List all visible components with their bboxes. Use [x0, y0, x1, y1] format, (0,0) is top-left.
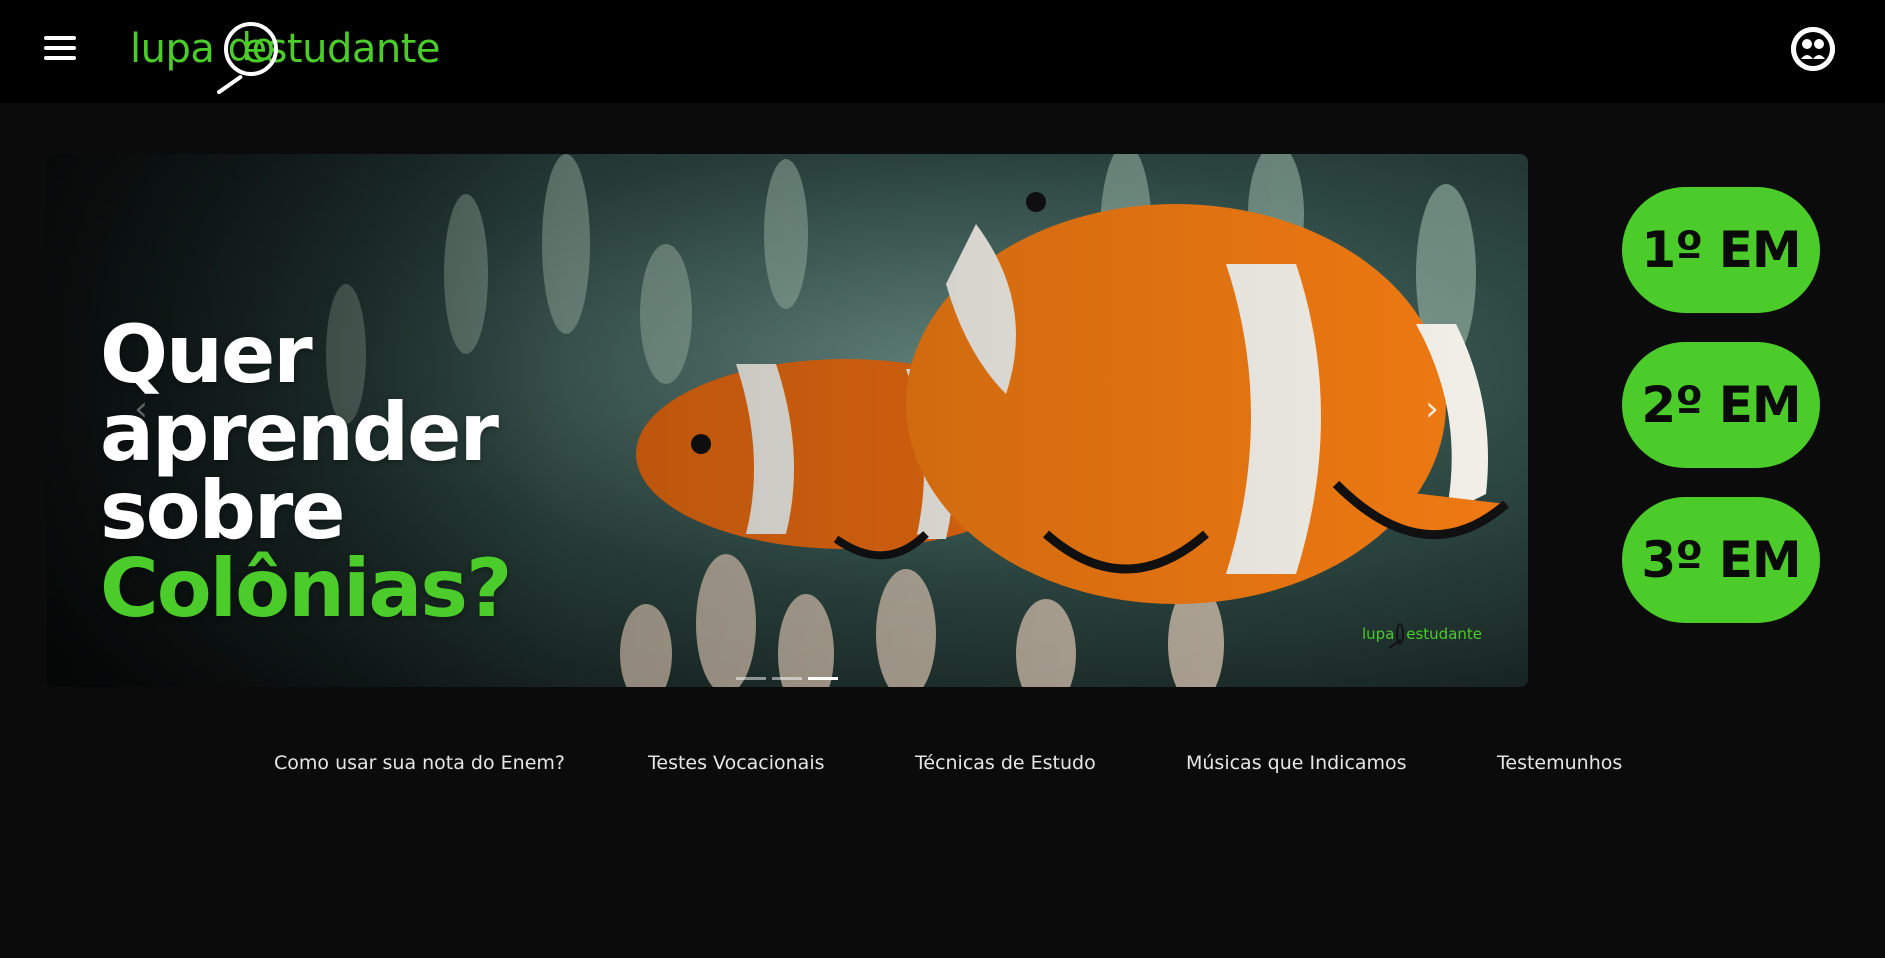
footer-links: Como usar sua nota do Enem? Testes Vocac… — [0, 752, 1885, 782]
logo-text-do: do — [227, 25, 276, 69]
link-testemunhos[interactable]: Testemunhos — [1497, 752, 1622, 774]
top-header: lupa do estudante — [0, 0, 1885, 103]
hamburger-menu-icon[interactable] — [44, 36, 76, 60]
carousel-indicator-2[interactable] — [772, 677, 802, 680]
site-logo[interactable]: lupa do estudante — [130, 12, 440, 95]
headline-line-3: sobre — [100, 464, 346, 557]
headline-line-2: aprender — [100, 386, 499, 479]
carousel-next-icon[interactable]: › — [1412, 384, 1452, 434]
link-testes-vocacionais[interactable]: Testes Vocacionais — [648, 752, 825, 774]
watermark-text-estudante: estudante — [1406, 625, 1482, 643]
grade-button-3em[interactable]: 3º EM — [1622, 497, 1820, 623]
link-musicas[interactable]: Músicas que Indicamos — [1186, 752, 1407, 774]
hero-carousel[interactable]: Quer aprender sobre Colônias? ‹ › lupa e… — [46, 154, 1528, 687]
logo-text-lupa: lupa — [130, 26, 215, 72]
headline-line-1: Quer — [100, 308, 313, 401]
magnifier-icon: do — [216, 18, 279, 95]
carousel-headline: Quer aprender sobre Colônias? — [100, 308, 512, 635]
slide-watermark-logo: lupa estudante — [1362, 619, 1482, 649]
link-nota-enem[interactable]: Como usar sua nota do Enem? — [274, 752, 565, 774]
headline-line-4: Colônias? — [100, 542, 512, 635]
grade-button-1em[interactable]: 1º EM — [1622, 187, 1820, 313]
carousel-indicators — [736, 677, 838, 680]
user-avatar-icon[interactable] — [1791, 27, 1835, 71]
carousel-indicator-3[interactable] — [808, 677, 838, 680]
grade-button-2em[interactable]: 2º EM — [1622, 342, 1820, 468]
link-tecnicas-estudo[interactable]: Técnicas de Estudo — [915, 752, 1096, 774]
carousel-indicator-1[interactable] — [736, 677, 766, 680]
carousel-prev-icon[interactable]: ‹ — [121, 384, 161, 434]
watermark-text-lupa: lupa — [1362, 625, 1395, 643]
